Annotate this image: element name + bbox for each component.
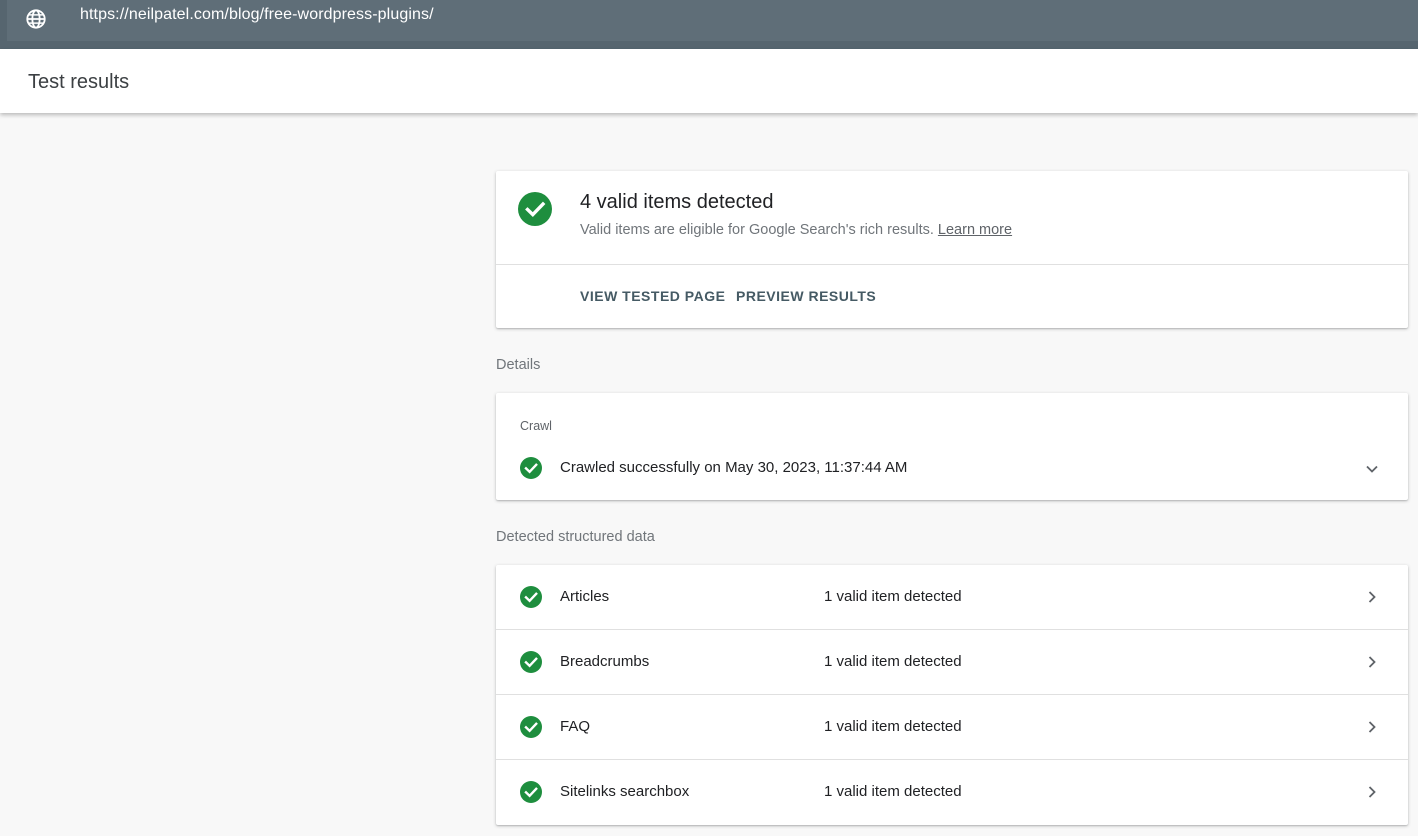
summary-title: 4 valid items detected	[580, 191, 774, 213]
crawl-status: Crawled successfully on May 30, 2023, 11…	[560, 459, 908, 476]
chevron-right-icon	[1368, 656, 1376, 668]
page-title: Test results	[28, 71, 130, 93]
chevron-right-icon	[1368, 786, 1376, 798]
divider	[496, 264, 1408, 265]
row-status: 1 valid item detected	[824, 718, 962, 735]
summary-subtitle-text: Valid items are eligible for Google Sear…	[580, 222, 934, 238]
check-circle-icon	[520, 457, 542, 479]
url-text: https://neilpatel.com/blog/free-wordpres…	[80, 6, 434, 23]
structured-data-row-articles[interactable]: Articles 1 valid item detected	[496, 565, 1408, 630]
page-header: Test results	[0, 49, 1418, 113]
details-heading: Details	[496, 357, 541, 373]
row-name: Articles	[560, 588, 610, 605]
check-circle-icon	[520, 716, 542, 738]
structured-data-row-sitelinks-searchbox[interactable]: Sitelinks searchbox 1 valid item detecte…	[496, 760, 1408, 825]
structured-data-heading: Detected structured data	[496, 529, 655, 545]
crawl-card[interactable]: Crawl Crawled successfully on May 30, 20…	[496, 393, 1408, 500]
preview-results-button[interactable]: PREVIEW RESULTS	[736, 288, 876, 304]
structured-data-card: Articles 1 valid item detected Breadcrum…	[496, 565, 1408, 825]
summary-subtitle: Valid items are eligible for Google Sear…	[580, 222, 1012, 238]
summary-card: 4 valid items detected Valid items are e…	[496, 171, 1408, 328]
row-name: FAQ	[560, 718, 591, 735]
row-name: Sitelinks searchbox	[560, 783, 690, 800]
check-circle-icon	[518, 192, 552, 226]
row-status: 1 valid item detected	[824, 653, 962, 670]
row-name: Breadcrumbs	[560, 653, 650, 670]
url-bar: https://neilpatel.com/blog/free-wordpres…	[0, 0, 1418, 49]
check-circle-icon	[520, 586, 542, 608]
view-tested-page-button[interactable]: VIEW TESTED PAGE	[580, 288, 725, 304]
structured-data-row-faq[interactable]: FAQ 1 valid item detected	[496, 695, 1408, 760]
crawl-label: Crawl	[520, 419, 552, 433]
globe-icon	[26, 9, 46, 29]
url-field[interactable]: https://neilpatel.com/blog/free-wordpres…	[7, 0, 1418, 41]
chevron-down-icon[interactable]	[1365, 462, 1379, 476]
row-status: 1 valid item detected	[824, 588, 962, 605]
chevron-right-icon	[1368, 591, 1376, 603]
row-status: 1 valid item detected	[824, 783, 962, 800]
structured-data-row-breadcrumbs[interactable]: Breadcrumbs 1 valid item detected	[496, 630, 1408, 695]
check-circle-icon	[520, 781, 542, 803]
learn-more-link[interactable]: Learn more	[938, 222, 1012, 238]
chevron-right-icon	[1368, 721, 1376, 733]
check-circle-icon	[520, 651, 542, 673]
